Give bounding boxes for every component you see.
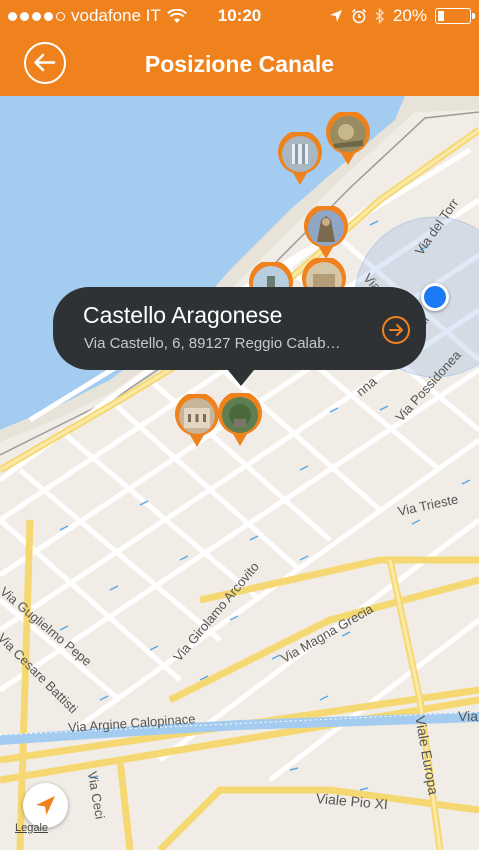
map-canvas bbox=[0, 96, 479, 850]
location-arrow-icon bbox=[329, 10, 342, 22]
callout-title: Castello Aragonese bbox=[83, 302, 283, 328]
status-bar: vodafone IT 10:20 20% bbox=[0, 0, 479, 32]
alarm-icon bbox=[351, 8, 367, 24]
street-label: Via bbox=[458, 708, 478, 724]
user-location-dot bbox=[421, 283, 449, 311]
map-view[interactable]: Via del Torr Via C ppini nna Via Possido… bbox=[0, 96, 479, 850]
map-pin[interactable] bbox=[174, 394, 220, 448]
page-title: Posizione Canale bbox=[144, 51, 335, 77]
arrow-right-icon bbox=[389, 324, 403, 336]
map-pin-selected[interactable] bbox=[217, 393, 263, 447]
bluetooth-icon bbox=[375, 8, 385, 24]
pin-marker-icon bbox=[218, 393, 262, 446]
battery-fill bbox=[438, 11, 444, 21]
navigation-bar: Posizione Canale bbox=[0, 32, 479, 96]
pin-marker-icon bbox=[278, 132, 322, 185]
location-callout[interactable]: Castello Aragonese Via Castello, 6, 8912… bbox=[53, 287, 426, 386]
legal-link[interactable]: Legale bbox=[15, 822, 48, 834]
callout-detail-button[interactable] bbox=[382, 316, 410, 344]
callout-address: Via Castello, 6, 89127 Reggio Calab… bbox=[84, 335, 341, 352]
battery-percentage: 20% bbox=[392, 6, 427, 25]
map-pin[interactable] bbox=[303, 206, 349, 260]
pin-marker-icon bbox=[326, 112, 370, 165]
map-pin[interactable] bbox=[325, 112, 371, 166]
battery-icon bbox=[435, 8, 475, 24]
pin-marker-icon bbox=[304, 206, 348, 259]
map-pin[interactable] bbox=[277, 132, 323, 186]
pin-marker-icon bbox=[175, 394, 219, 447]
